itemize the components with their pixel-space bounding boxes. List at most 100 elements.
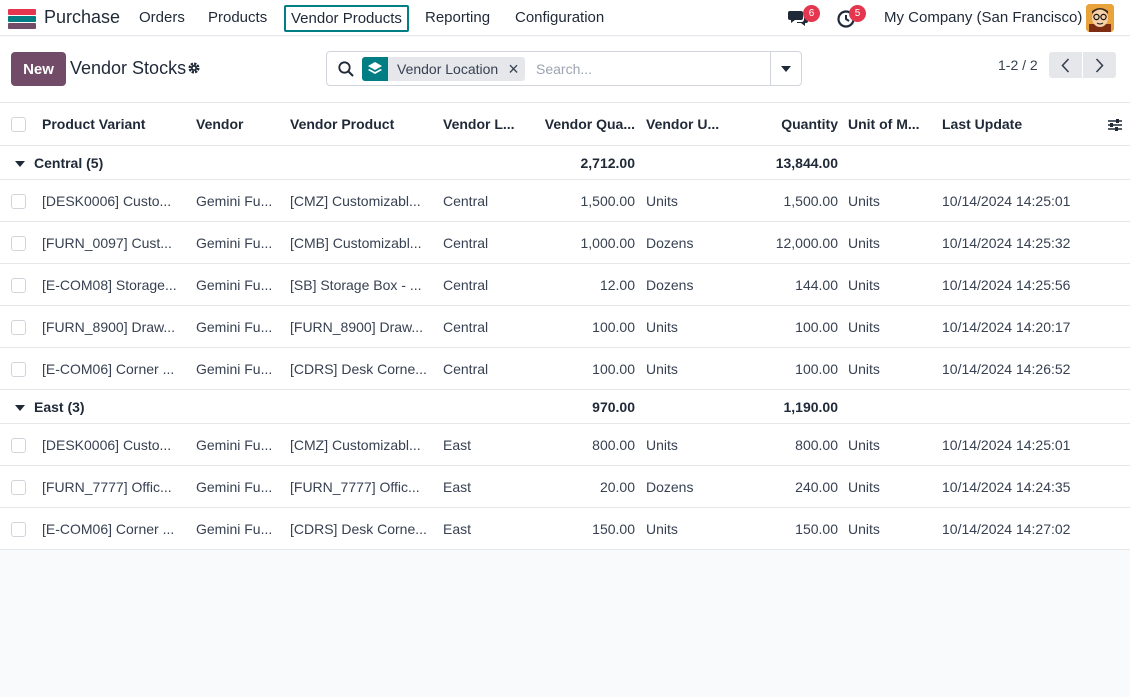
chevron-right-icon <box>1095 57 1104 73</box>
cell-vendor-uom: Units <box>646 192 678 209</box>
column-header-vendor-quantity[interactable]: Vendor Qua... <box>530 103 635 145</box>
layers-icon <box>362 57 388 81</box>
group-row-east[interactable]: East (3) 970.00 1,190.00 <box>0 390 1130 424</box>
table-row[interactable]: [DESK0006] Custo... Gemini Fu... [CMZ] C… <box>0 424 1130 466</box>
table-row[interactable]: [DESK0006] Custo... Gemini Fu... [CMZ] C… <box>0 180 1130 222</box>
search-options-toggle[interactable] <box>770 52 801 85</box>
cell-vendor-uom: Units <box>646 318 678 335</box>
cell-quantity: 1,500.00 <box>783 192 839 209</box>
search-icon[interactable] <box>337 60 355 78</box>
row-checkbox[interactable] <box>11 319 26 335</box>
menu-products[interactable]: Products <box>208 9 267 26</box>
cell-quantity: 800.00 <box>795 436 838 453</box>
cell-uom: Units <box>848 520 880 537</box>
row-checkbox[interactable] <box>11 479 26 495</box>
search-input[interactable] <box>536 58 766 80</box>
cell-uom: Units <box>848 192 880 209</box>
table-header: Product Variant Vendor Vendor Product Ve… <box>0 103 1130 146</box>
row-checkbox[interactable] <box>11 521 26 537</box>
row-checkbox[interactable] <box>11 437 26 453</box>
cell-last-update: 10/14/2024 14:25:01 <box>942 436 1071 453</box>
table-row[interactable]: [FURN_0097] Cust... Gemini Fu... [CMB] C… <box>0 222 1130 264</box>
top-navbar: Purchase Orders Products Vendor Products… <box>0 0 1130 36</box>
close-icon[interactable]: × <box>508 59 519 79</box>
cell-last-update: 10/14/2024 14:25:01 <box>942 192 1071 209</box>
cell-quantity: 100.00 <box>795 318 838 335</box>
cell-vendor-product: [CMZ] Customizabl... <box>290 192 421 209</box>
cell-product-variant: [FURN_7777] Offic... <box>42 478 172 495</box>
row-checkbox[interactable] <box>11 235 26 251</box>
cell-product-variant: [FURN_8900] Draw... <box>42 318 176 335</box>
cell-last-update: 10/14/2024 14:25:56 <box>942 276 1071 293</box>
cell-quantity: 240.00 <box>795 478 838 495</box>
row-checkbox[interactable] <box>11 361 26 377</box>
column-header-vendor-location[interactable]: Vendor L... <box>443 103 523 145</box>
cell-vendor-product: [FURN_7777] Offic... <box>290 478 420 495</box>
cell-quantity: 100.00 <box>795 360 838 377</box>
cell-vendor-uom: Dozens <box>646 478 694 495</box>
caret-down-icon <box>781 65 791 72</box>
new-button[interactable]: New <box>11 52 66 86</box>
cell-last-update: 10/14/2024 14:24:35 <box>942 478 1071 495</box>
group-quantity-total: 13,844.00 <box>775 154 838 171</box>
cell-vendor-product: [SB] Storage Box - ... <box>290 276 422 293</box>
cell-quantity: 144.00 <box>795 276 838 293</box>
cell-uom: Units <box>848 360 880 377</box>
pager-previous-button[interactable] <box>1049 52 1082 78</box>
company-switcher[interactable]: My Company (San Francisco) <box>884 9 1082 26</box>
pager-value[interactable]: 1-2 / 2 <box>998 57 1038 73</box>
activities-badge: 5 <box>849 5 866 22</box>
cell-product-variant: [DESK0006] Custo... <box>42 192 172 209</box>
chevron-left-icon <box>1061 57 1070 73</box>
cell-last-update: 10/14/2024 14:27:02 <box>942 520 1071 537</box>
cell-vendor-location: East <box>443 520 472 537</box>
cell-last-update: 10/14/2024 14:26:52 <box>942 360 1071 377</box>
table-row[interactable]: [E-COM08] Storage... Gemini Fu... [SB] S… <box>0 264 1130 306</box>
cell-vendor-product: [CMZ] Customizabl... <box>290 436 421 453</box>
cell-vendor-uom: Dozens <box>646 234 694 251</box>
menu-orders[interactable]: Orders <box>139 9 185 26</box>
search-bar: Vendor Location × <box>326 51 802 86</box>
row-checkbox[interactable] <box>11 193 26 209</box>
sliders-icon[interactable] <box>1107 117 1123 133</box>
gear-icon[interactable] <box>187 61 201 75</box>
cell-vendor-uom: Units <box>646 520 678 537</box>
caret-down-icon <box>15 161 25 167</box>
cell-vendor-quantity: 1,000.00 <box>580 234 636 251</box>
cell-vendor: Gemini Fu... <box>196 276 273 293</box>
cell-vendor-location: East <box>443 436 472 453</box>
column-header-quantity[interactable]: Quantity <box>740 103 838 145</box>
caret-down-icon <box>15 405 25 411</box>
table-row[interactable]: [E-COM06] Corner ... Gemini Fu... [CDRS]… <box>0 348 1130 390</box>
cell-quantity: 150.00 <box>795 520 838 537</box>
pager-next-button[interactable] <box>1083 52 1116 78</box>
table-row[interactable]: [E-COM06] Corner ... Gemini Fu... [CDRS]… <box>0 508 1130 550</box>
purchase-app-icon[interactable] <box>8 9 36 29</box>
cell-vendor: Gemini Fu... <box>196 436 273 453</box>
menu-reporting[interactable]: Reporting <box>425 9 490 26</box>
cell-product-variant: [FURN_0097] Cust... <box>42 234 172 251</box>
vendor-stock-list: Product Variant Vendor Vendor Product Ve… <box>0 103 1130 550</box>
column-header-vendor-product[interactable]: Vendor Product <box>290 103 432 145</box>
cell-vendor-product: [CMB] Customizabl... <box>290 234 422 251</box>
column-header-last-update[interactable]: Last Update <box>942 103 1092 145</box>
cell-uom: Units <box>848 436 880 453</box>
cell-vendor-quantity: 20.00 <box>599 478 635 495</box>
column-header-uom[interactable]: Unit of M... <box>848 103 930 145</box>
column-header-product-variant[interactable]: Product Variant <box>42 103 182 145</box>
table-row[interactable]: [FURN_7777] Offic... Gemini Fu... [FURN_… <box>0 466 1130 508</box>
user-avatar[interactable] <box>1086 4 1114 32</box>
table-row[interactable]: [FURN_8900] Draw... Gemini Fu... [FURN_8… <box>0 306 1130 348</box>
group-row-central[interactable]: Central (5) 2,712.00 13,844.00 <box>0 146 1130 180</box>
menu-configuration[interactable]: Configuration <box>515 9 604 26</box>
app-name[interactable]: Purchase <box>44 7 120 28</box>
cell-vendor-quantity: 1,500.00 <box>580 192 636 209</box>
row-checkbox[interactable] <box>11 277 26 293</box>
column-header-vendor-uom[interactable]: Vendor U... <box>646 103 728 145</box>
cell-vendor-quantity: 800.00 <box>592 436 635 453</box>
cell-vendor-quantity: 150.00 <box>592 520 635 537</box>
menu-vendor-products[interactable]: Vendor Products <box>284 5 409 32</box>
select-all-checkbox[interactable] <box>11 117 26 132</box>
column-header-vendor[interactable]: Vendor <box>196 103 278 145</box>
cell-vendor-product: [CDRS] Desk Corne... <box>290 520 427 537</box>
